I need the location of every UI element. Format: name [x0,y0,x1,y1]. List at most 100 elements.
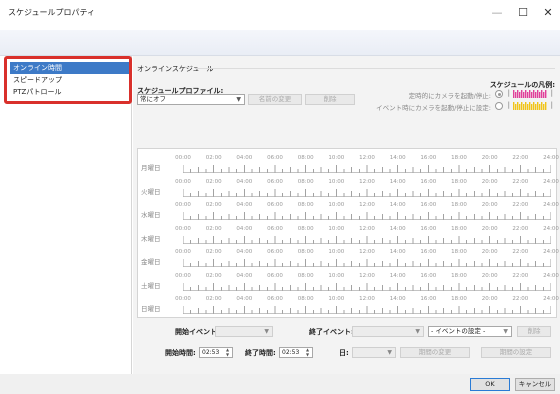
main-panel: オンラインスケジュール スケジュールプロファイル: 常にオフ ▼ 名前の変更 削… [133,56,560,374]
time-ruler[interactable] [183,164,551,173]
hour-label: 12:00 [359,178,375,185]
hour-label: 18:00 [451,178,467,185]
legend-scheduled: 定時的にカメラを起動/停止: | | [333,89,555,100]
legend-scheduled-label: 定時的にカメラを起動/停止: [408,92,491,100]
schedule-row[interactable]: 月曜日 00:00 02:00 04:00 06:00 08:00 10:00 12:00 14… [138,153,559,177]
hour-label: 00:00 [175,296,191,302]
hour-label: 02:00 [205,155,222,161]
hour-label: 14:00 [389,272,406,279]
hour-label: 16:00 [420,202,437,208]
time-ruler[interactable] [183,188,551,197]
hour-label: 18:00 [451,296,467,302]
hour-label: 14:00 [389,155,406,161]
maximize-button[interactable]: ☐ [510,4,536,22]
hour-label: 00:00 [175,155,191,161]
time-ruler[interactable] [183,258,551,267]
separator-icon: | [507,101,510,109]
schedule-row[interactable]: 火曜日 00:00 02:00 04:00 06:00 08:00 10:00 12:00 14… [138,177,559,201]
hour-label: 04:00 [236,202,253,208]
hour-label: 08:00 [297,225,314,232]
hour-label: 20:00 [481,296,498,302]
end-event-select[interactable]: ▼ [352,326,424,337]
schedule-grid[interactable]: 月曜日 00:00 02:00 04:00 06:00 08:00 10:00 12:00 14… [137,148,559,318]
hour-label: 14:00 [389,296,406,302]
day-label: 木曜日 [141,234,161,243]
hour-label: 06:00 [267,225,283,232]
start-event-select[interactable]: ▼ [215,326,273,337]
section-title: オンラインスケジュール [137,65,214,73]
hour-label: 08:00 [297,272,314,279]
hour-label: 10:00 [328,249,345,255]
close-button[interactable]: ✕ [535,4,560,22]
hour-label: 24:00 [543,249,559,255]
hour-label: 02:00 [205,225,222,232]
hour-label: 10:00 [328,225,345,232]
hour-labels: 00:00 02:00 04:00 06:00 08:00 10:00 12:00 14:00… [175,202,559,210]
hour-label: 20:00 [481,202,498,208]
hour-label: 04:00 [236,296,253,302]
hour-label: 20:00 [481,178,498,185]
hour-label: 24:00 [543,202,559,208]
profile-select[interactable]: 常にオフ ▼ [137,94,245,105]
hour-label: 12:00 [359,225,375,232]
day-label: 日曜日 [141,305,161,313]
set-period-button[interactable]: 期間の設定 [481,347,551,358]
cancel-button[interactable]: キャンセル [515,378,555,391]
schedule-row[interactable]: 水曜日 00:00 02:00 04:00 06:00 08:00 10:00 12:00 14… [138,200,559,224]
hour-label: 10:00 [328,178,345,185]
end-time-input[interactable]: 02:53 ▲ ▼ [279,347,313,358]
day-select[interactable]: ▼ [352,347,396,358]
hour-label: 00:00 [175,178,191,185]
schedule-row[interactable]: 金曜日 00:00 02:00 04:00 06:00 08:00 10:00 12:00 14… [138,247,559,271]
start-time-label: 開始時間: [165,349,196,357]
sidebar-item-online-time[interactable]: オンライン時間 [10,62,129,74]
start-time-input[interactable]: 02:53 ▲ ▼ [199,347,233,358]
scheduled-color-swatch [513,90,547,98]
hour-label: 00:00 [175,202,191,208]
hour-label: 02:00 [205,202,222,208]
spin-arrows-icon[interactable]: ▲ ▼ [226,347,231,357]
hour-label: 22:00 [512,296,529,302]
hour-label: 14:00 [389,249,406,255]
hour-label: 12:00 [359,202,375,208]
header-banner [0,30,560,56]
change-period-button[interactable]: 期間の変更 [400,347,470,358]
hour-label: 12:00 [359,155,375,161]
hour-label: 20:00 [481,155,498,161]
hour-label: 16:00 [420,225,437,232]
rename-button[interactable]: 名前の変更 [248,94,302,105]
hour-label: 06:00 [267,202,283,208]
sidebar-item-ptz-patrol[interactable]: PTZパトロール [10,86,129,98]
hour-label: 04:00 [236,155,253,161]
hour-label: 18:00 [451,202,467,208]
schedule-row[interactable]: 土曜日 00:00 02:00 04:00 06:00 08:00 10:00 12:00 14… [138,271,559,295]
legend-event-radio[interactable] [495,102,503,110]
event-settings-select[interactable]: - イベントの設定 - ▼ [428,326,512,337]
schedule-row[interactable]: 日曜日 00:00 02:00 04:00 06:00 08:00 10:00 12:00 14… [138,294,559,318]
hour-label: 12:00 [359,249,375,255]
hour-label: 10:00 [328,296,345,302]
spin-arrows-icon[interactable]: ▲ ▼ [306,347,311,357]
legend-scheduled-radio[interactable] [495,90,503,98]
separator-icon: | [550,89,553,97]
time-ruler[interactable] [183,235,551,244]
hour-label: 06:00 [267,272,283,279]
hour-label: 18:00 [451,249,467,255]
chevron-down-icon: ▼ [236,96,241,103]
time-ruler[interactable] [183,305,551,314]
end-time-label: 終了時間: [245,349,276,357]
time-ruler[interactable] [183,211,551,220]
time-ruler[interactable] [183,282,551,291]
hour-label: 22:00 [512,249,529,255]
hour-labels: 00:00 02:00 04:00 06:00 08:00 10:00 12:00 14:00… [175,296,559,304]
hour-label: 24:00 [543,296,559,302]
hour-label: 22:00 [512,178,529,185]
delete-event-button[interactable]: 削除 [517,326,551,337]
schedule-row[interactable]: 木曜日 00:00 02:00 04:00 06:00 08:00 10:00 12:00 14… [138,224,559,248]
end-event-label: 終了イベント: [309,328,354,336]
sidebar-item-speed-up[interactable]: スピードアップ [10,74,129,86]
hour-label: 12:00 [359,272,375,279]
ok-button[interactable]: OK [470,378,510,391]
hour-label: 02:00 [205,296,222,302]
minimize-button[interactable]: — [484,4,510,22]
